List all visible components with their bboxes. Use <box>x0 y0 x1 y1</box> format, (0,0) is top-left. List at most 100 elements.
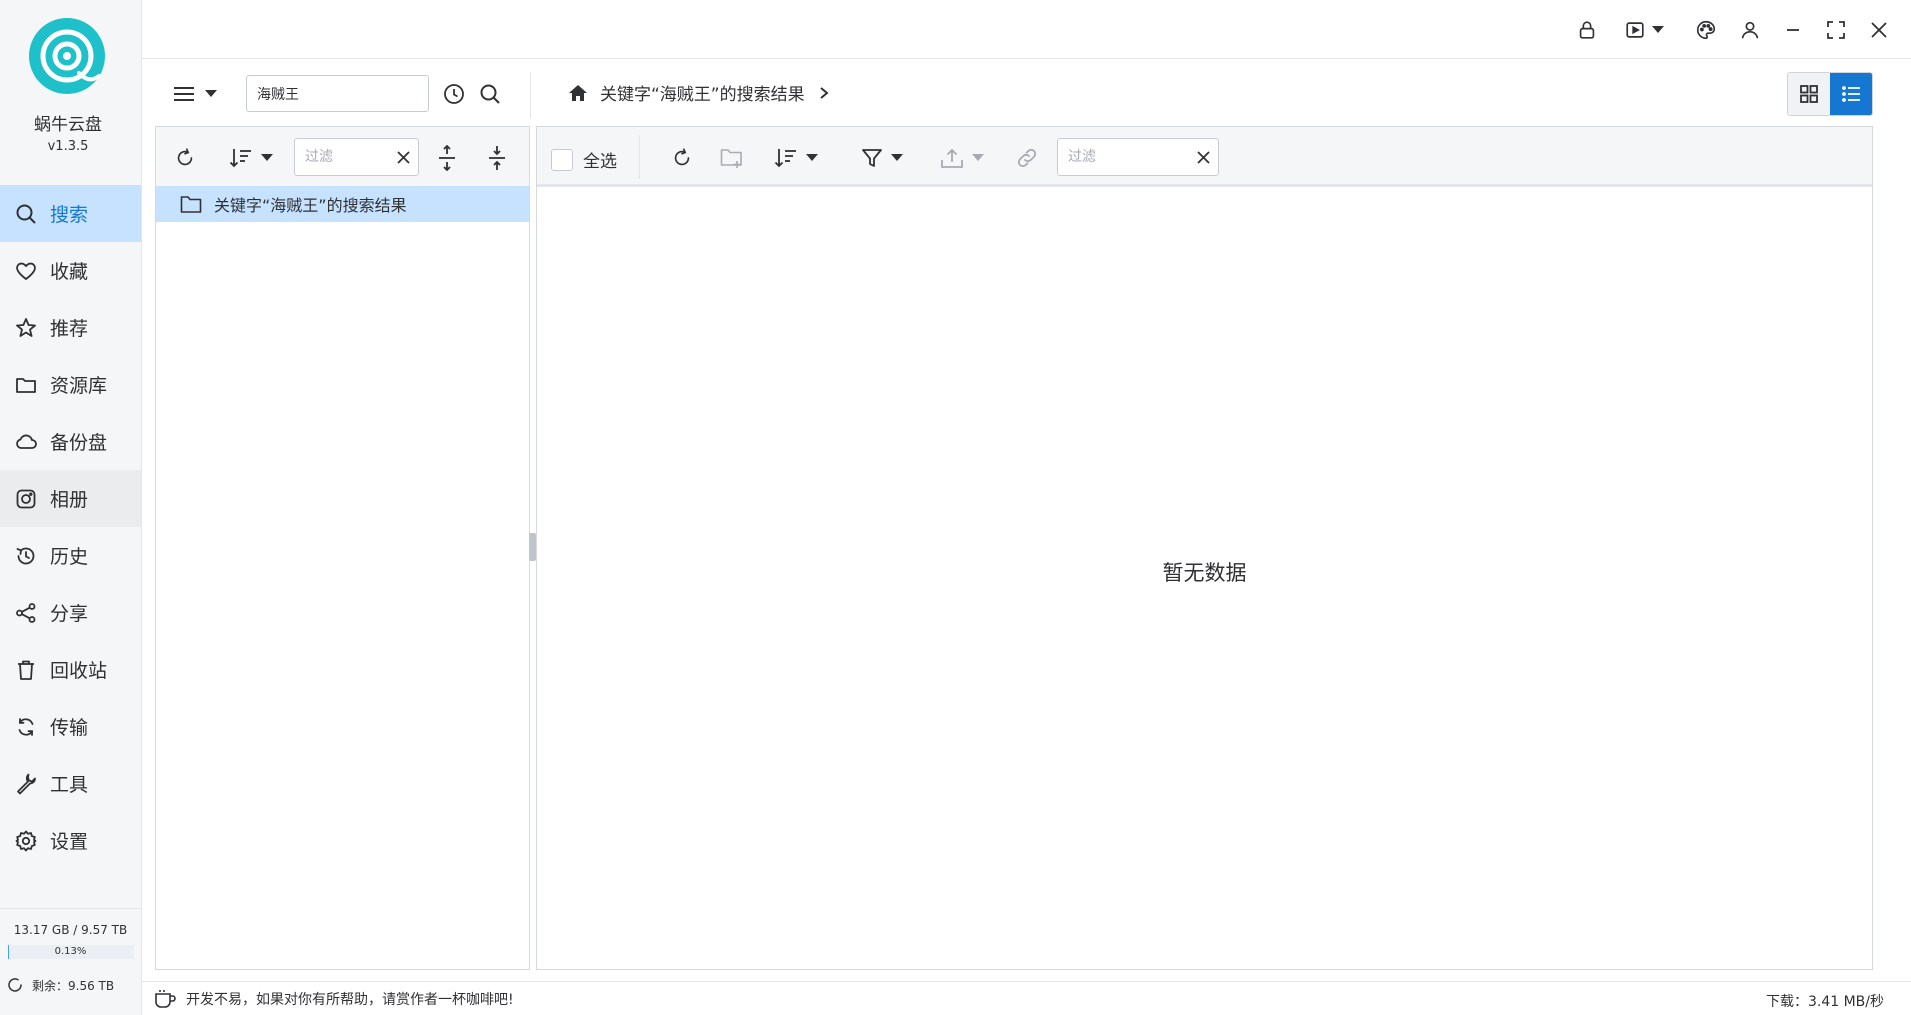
star-icon <box>14 316 38 340</box>
minimize-icon <box>1785 22 1801 38</box>
app-version: v1.3.5 <box>47 139 89 154</box>
home-icon[interactable] <box>568 83 588 103</box>
search-input[interactable] <box>246 75 429 112</box>
tree-refresh-button[interactable] <box>172 145 198 171</box>
file-sort-button[interactable] <box>769 145 823 171</box>
sidebar-item-tools[interactable]: 工具 <box>0 755 141 812</box>
topbar-divider <box>142 58 1911 59</box>
sidebar-item-label: 回收站 <box>50 660 108 682</box>
tree-sort-button[interactable] <box>224 145 278 171</box>
breadcrumb-current[interactable]: 关键字“海贼王”的搜索结果 <box>600 80 805 105</box>
toolbar-divider <box>530 72 531 118</box>
toolbar-divider <box>639 135 640 179</box>
grid-view-button[interactable] <box>1788 73 1830 115</box>
chevron-right-icon[interactable] <box>819 86 829 100</box>
play-icon <box>1624 19 1646 41</box>
select-all-label: 全选 <box>583 152 617 172</box>
file-refresh-button[interactable] <box>669 145 695 171</box>
empty-state-text: 暂无数据 <box>1162 561 1247 585</box>
sidebar-item-label: 设置 <box>50 831 89 853</box>
refresh-icon <box>6 976 32 994</box>
storage-usage: 13.17 GB / 9.57 TB 0.13% <box>0 908 141 959</box>
list-icon <box>1841 84 1861 104</box>
sidebar-item-library[interactable]: 资源库 <box>0 356 141 413</box>
lock-button[interactable] <box>1573 16 1601 44</box>
filter-icon <box>861 147 883 169</box>
sidebar: 蜗牛云盘 v1.3.5 搜索 收藏 推荐 资源库 备份盘 相册 历史 分享 回收… <box>0 0 142 1015</box>
view-toggle <box>1787 72 1873 116</box>
tree-filter-clear-button[interactable] <box>393 147 413 167</box>
download-speed: 下载：3.41 MB/秒 <box>1765 994 1884 1010</box>
user-icon <box>1739 19 1761 41</box>
sidebar-item-share[interactable]: 分享 <box>0 584 141 641</box>
list-view-button[interactable] <box>1830 73 1872 115</box>
chevron-down-icon <box>261 154 273 162</box>
sidebar-item-history[interactable]: 历史 <box>0 527 141 584</box>
chevron-down-icon <box>205 90 217 98</box>
share-link-button[interactable] <box>1014 145 1040 171</box>
folder-icon <box>180 194 214 214</box>
refresh-icon <box>671 147 693 169</box>
panel-splitter-handle[interactable] <box>529 533 536 561</box>
close-icon <box>1196 150 1210 164</box>
folder-icon <box>14 373 38 397</box>
search-history-button[interactable] <box>441 81 467 107</box>
tree-item-label: 关键字“海贼王”的搜索结果 <box>214 196 407 215</box>
sort-icon <box>774 147 798 169</box>
theme-button[interactable] <box>1692 16 1720 44</box>
sidebar-item-favorites[interactable]: 收藏 <box>0 242 141 299</box>
trash-icon <box>14 658 38 682</box>
close-icon <box>1870 21 1888 39</box>
app-logo <box>29 18 105 94</box>
search-button[interactable] <box>477 81 503 107</box>
status-bar: 开发不易，如果对你有所帮助，请赏作者一杯咖啡吧! 下载：3.41 MB/秒 <box>142 981 1911 1015</box>
file-filter-type-button[interactable] <box>855 145 909 171</box>
close-icon <box>396 150 410 164</box>
sidebar-item-album[interactable]: 相册 <box>0 470 141 527</box>
chevron-down-icon <box>972 154 984 162</box>
file-filter-clear-button[interactable] <box>1193 147 1213 167</box>
minimize-button[interactable] <box>1779 16 1807 44</box>
menu-button[interactable] <box>166 80 224 108</box>
chevron-down-icon <box>806 154 818 162</box>
sidebar-item-label: 收藏 <box>50 261 89 283</box>
coffee-icon[interactable] <box>154 989 176 1009</box>
remaining-storage[interactable]: 剩余：9.56 TB <box>6 976 114 994</box>
sidebar-item-label: 推荐 <box>50 318 89 340</box>
sidebar-item-label: 备份盘 <box>50 432 108 454</box>
donate-message[interactable]: 开发不易，如果对你有所帮助，请赏作者一杯咖啡吧! <box>186 989 514 1009</box>
link-icon <box>1015 146 1039 170</box>
breadcrumb: 关键字“海贼王”的搜索结果 <box>568 80 829 105</box>
storage-progress-bar: 0.13% <box>7 945 134 959</box>
player-menu-button[interactable] <box>1620 16 1668 44</box>
user-button[interactable] <box>1736 16 1764 44</box>
select-all-checkbox[interactable]: 全选 <box>551 147 617 172</box>
maximize-button[interactable] <box>1822 16 1850 44</box>
sidebar-item-label: 相册 <box>50 489 89 511</box>
share-icon <box>14 601 38 625</box>
expand-all-button[interactable] <box>434 144 460 172</box>
app-name: 蜗牛云盘 <box>34 115 102 135</box>
close-button[interactable] <box>1865 16 1893 44</box>
sidebar-item-label: 分享 <box>50 603 89 625</box>
camera-icon <box>14 487 38 511</box>
sidebar-item-search[interactable]: 搜索 <box>0 185 141 242</box>
new-folder-button[interactable] <box>719 145 745 171</box>
sidebar-item-trash[interactable]: 回收站 <box>0 641 141 698</box>
grid-icon <box>1799 84 1819 104</box>
tree-item-search-result[interactable]: 关键字“海贼王”的搜索结果 <box>156 186 529 222</box>
sidebar-item-label: 传输 <box>50 717 89 739</box>
hamburger-icon <box>173 85 195 103</box>
gear-icon <box>14 829 38 853</box>
sidebar-nav: 搜索 收藏 推荐 资源库 备份盘 相册 历史 分享 回收站 传输 工具 设置 <box>0 185 141 869</box>
sidebar-item-settings[interactable]: 设置 <box>0 812 141 869</box>
folder-tree-panel: 关键字“海贼王”的搜索结果 <box>155 126 530 970</box>
chevron-down-icon <box>1652 26 1664 34</box>
upload-button[interactable] <box>935 145 989 171</box>
sidebar-item-recommend[interactable]: 推荐 <box>0 299 141 356</box>
checkbox[interactable] <box>551 148 573 171</box>
clock-icon <box>442 82 466 106</box>
sidebar-item-transfer[interactable]: 传输 <box>0 698 141 755</box>
sidebar-item-backup[interactable]: 备份盘 <box>0 413 141 470</box>
collapse-all-button[interactable] <box>484 144 510 172</box>
